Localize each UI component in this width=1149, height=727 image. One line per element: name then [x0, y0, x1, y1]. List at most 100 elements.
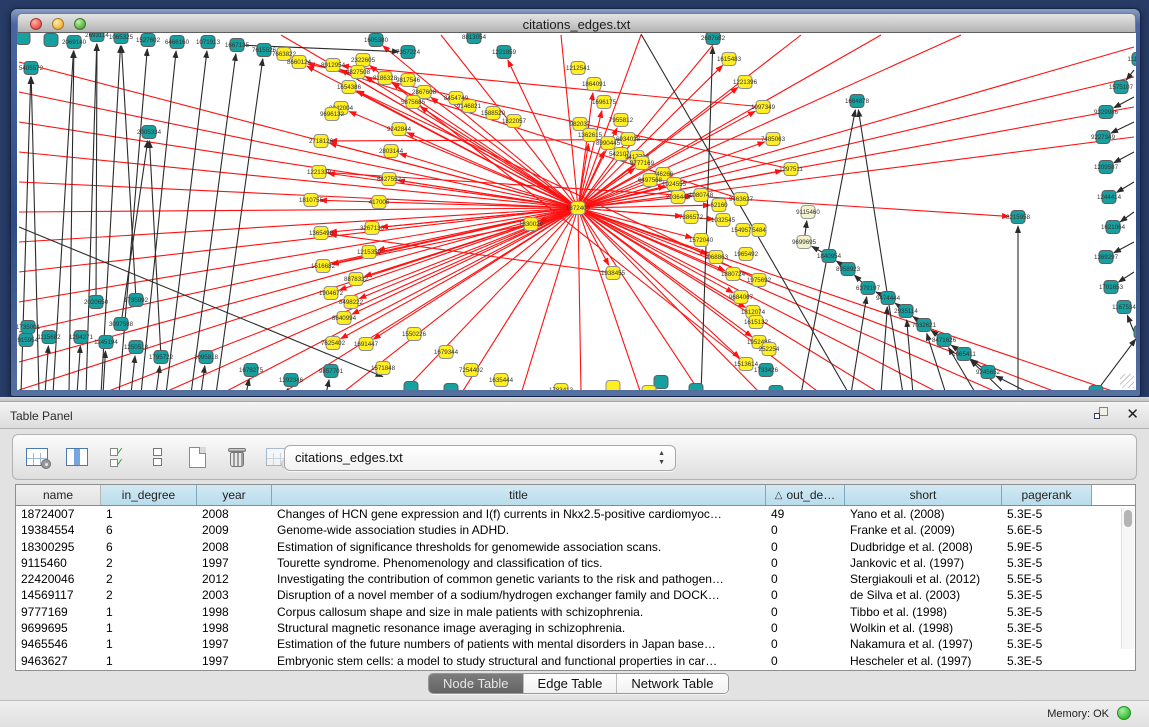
cell-out-degree[interactable]: 0	[766, 539, 845, 555]
cell-out-degree[interactable]: 49	[766, 506, 845, 522]
cell-short[interactable]: de Silva et al. (2003)	[845, 587, 1002, 603]
cell-year[interactable]: 2009	[197, 522, 272, 538]
cell-title[interactable]: Estimation of the future numbers of pati…	[272, 636, 766, 652]
cell-in-degree[interactable]: 6	[101, 539, 197, 555]
cell-pagerank[interactable]: 5.3E-5	[1002, 506, 1092, 522]
cell-pagerank[interactable]: 5.3E-5	[1002, 620, 1092, 636]
table-row[interactable]: 1938455462009Genome-wide association stu…	[16, 522, 1135, 538]
table-row[interactable]: 1872400712008Changes of HCN gene express…	[16, 506, 1135, 522]
cell-short[interactable]: Wolkin et al. (1998)	[845, 620, 1002, 636]
create-new-table-icon[interactable]	[183, 443, 211, 471]
table-row[interactable]: 969969511998Structural magnetic resonanc…	[16, 620, 1135, 636]
cell-pagerank[interactable]: 5.5E-5	[1002, 571, 1092, 587]
graph-node[interactable]	[654, 376, 668, 389]
cell-short[interactable]: Jankovic et al. (1997)	[845, 555, 1002, 571]
cell-short[interactable]: Franke et al. (2009)	[845, 522, 1002, 538]
table-row[interactable]: 1830029562008Estimation of significance …	[16, 539, 1135, 555]
graph-node[interactable]	[642, 386, 656, 391]
cell-in-degree[interactable]: 1	[101, 653, 197, 669]
graph-node[interactable]	[444, 384, 458, 391]
tab-network-table[interactable]: Network Table	[617, 674, 727, 693]
cell-year[interactable]: 1997	[197, 653, 272, 669]
cell-title[interactable]: Genome-wide association studies in ADHD.	[272, 522, 766, 538]
cell-year[interactable]: 1997	[197, 636, 272, 652]
table-selector-dropdown[interactable]: citations_edges.txt ▲▼	[284, 445, 676, 471]
cell-title[interactable]: Structural magnetic resonance image aver…	[272, 620, 766, 636]
column-header-title[interactable]: title	[272, 485, 766, 505]
cell-pagerank[interactable]: 5.3E-5	[1002, 653, 1092, 669]
cell-name[interactable]: 18300295	[16, 539, 101, 555]
cell-year[interactable]: 1997	[197, 555, 272, 571]
table-row[interactable]: 977716911998Corpus callosum shape and si…	[16, 604, 1135, 620]
float-window-icon[interactable]	[1094, 407, 1110, 422]
cell-pagerank[interactable]: 5.3E-5	[1002, 636, 1092, 652]
network-canvas[interactable]: 1872400183002919384555405572206914026931…	[17, 33, 1136, 390]
cell-short[interactable]: Yano et al. (2008)	[845, 506, 1002, 522]
cell-name[interactable]: 9699695	[16, 620, 101, 636]
cell-out-degree[interactable]: 0	[766, 522, 845, 538]
cell-in-degree[interactable]: 6	[101, 522, 197, 538]
cell-in-degree[interactable]: 2	[101, 571, 197, 587]
cell-in-degree[interactable]: 2	[101, 587, 197, 603]
cell-title[interactable]: Disruption of a novel member of a sodium…	[272, 587, 766, 603]
cell-name[interactable]: 9463627	[16, 653, 101, 669]
table-settings-icon[interactable]	[23, 443, 51, 471]
cell-out-degree[interactable]: 0	[766, 636, 845, 652]
graph-node[interactable]	[17, 33, 30, 45]
graph-node[interactable]	[1089, 386, 1103, 391]
row-selection-checklist-icon[interactable]: ✓ ✓	[103, 443, 131, 471]
cell-name[interactable]: 9115460	[16, 555, 101, 571]
cell-name[interactable]: 14569117	[16, 587, 101, 603]
column-header-out-degree[interactable]: △out_de…	[766, 485, 845, 505]
citation-network-graph[interactable]: 1872400183002919384555405572206914026931…	[17, 33, 1136, 390]
cell-out-degree[interactable]: 0	[766, 620, 845, 636]
node-table[interactable]: name in_degree year title △out_de… short…	[15, 484, 1136, 671]
cell-short[interactable]: Stergiakouli et al. (2012)	[845, 571, 1002, 587]
cell-title[interactable]: Embryonic stem cells: a model to study s…	[272, 653, 766, 669]
table-row[interactable]: 946554611997Estimation of the future num…	[16, 636, 1135, 652]
graph-node[interactable]	[606, 381, 620, 391]
cell-title[interactable]: Corpus callosum shape and size in male p…	[272, 604, 766, 620]
cell-year[interactable]: 2008	[197, 506, 272, 522]
cell-year[interactable]: 1998	[197, 620, 272, 636]
cell-short[interactable]: Tibbo et al. (1998)	[845, 604, 1002, 620]
cell-year[interactable]: 2003	[197, 587, 272, 603]
cell-name[interactable]: 9777169	[16, 604, 101, 620]
cell-year[interactable]: 2008	[197, 539, 272, 555]
table-row[interactable]: 1456911722003Disruption of a novel membe…	[16, 587, 1135, 603]
cell-pagerank[interactable]: 5.9E-5	[1002, 539, 1092, 555]
table-row[interactable]: 946362711997Embryonic stem cells: a mode…	[16, 653, 1135, 669]
column-header-name[interactable]: name	[16, 485, 101, 505]
cell-out-degree[interactable]: 0	[766, 604, 845, 620]
graph-node[interactable]	[689, 384, 703, 391]
cell-out-degree[interactable]: 0	[766, 653, 845, 669]
cell-name[interactable]: 19384554	[16, 522, 101, 538]
window-titlebar[interactable]: citations_edges.txt	[17, 13, 1136, 33]
merge-rows-icon[interactable]	[143, 443, 171, 471]
cell-pagerank[interactable]: 5.3E-5	[1002, 604, 1092, 620]
cell-year[interactable]: 1998	[197, 604, 272, 620]
cell-year[interactable]: 2012	[197, 571, 272, 587]
column-header-pagerank[interactable]: pagerank	[1002, 485, 1092, 505]
table-row[interactable]: 2242004622012Investigating the contribut…	[16, 571, 1135, 587]
cell-in-degree[interactable]: 1	[101, 636, 197, 652]
cell-short[interactable]: Hescheler et al. (1997)	[845, 653, 1002, 669]
graph-node[interactable]	[769, 386, 783, 391]
cell-name[interactable]: 9465546	[16, 636, 101, 652]
cell-title[interactable]: Changes of HCN gene expression and I(f) …	[272, 506, 766, 522]
cell-title[interactable]: Investigating the contribution of common…	[272, 571, 766, 587]
cell-in-degree[interactable]: 1	[101, 506, 197, 522]
delete-entries-icon[interactable]	[223, 443, 251, 471]
table-row[interactable]: 911546021997Tourette syndrome. Phenomeno…	[16, 555, 1135, 571]
cell-name[interactable]: 22420046	[16, 571, 101, 587]
graph-node[interactable]	[1134, 326, 1136, 339]
cell-in-degree[interactable]: 2	[101, 555, 197, 571]
cell-out-degree[interactable]: 0	[766, 587, 845, 603]
graph-node[interactable]	[404, 382, 418, 391]
cell-title[interactable]: Estimation of significance thresholds fo…	[272, 539, 766, 555]
table-scrollbar[interactable]	[1121, 508, 1134, 649]
cell-title[interactable]: Tourette syndrome. Phenomenology and cla…	[272, 555, 766, 571]
graph-node[interactable]	[44, 34, 58, 47]
cell-in-degree[interactable]: 1	[101, 620, 197, 636]
cell-name[interactable]: 18724007	[16, 506, 101, 522]
